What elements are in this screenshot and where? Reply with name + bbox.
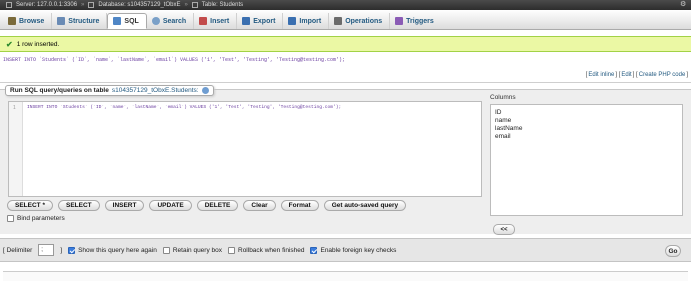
format-button[interactable]: Format bbox=[280, 200, 319, 211]
insert-icon bbox=[199, 17, 208, 25]
insert-column-button[interactable]: << bbox=[493, 224, 515, 235]
gear-icon[interactable]: ⚙ bbox=[680, 1, 687, 8]
tab-browse[interactable]: Browse bbox=[3, 13, 53, 29]
tab-label: Triggers bbox=[406, 17, 434, 25]
go-button[interactable]: Go bbox=[665, 245, 681, 257]
bracket: ] [ bbox=[632, 72, 638, 78]
tab-label: Structure bbox=[68, 17, 100, 25]
search-icon bbox=[151, 17, 160, 25]
column-item[interactable]: email bbox=[495, 133, 678, 141]
sql-editor[interactable]: 1 INSERT INTO `Students` (`ID`, `name`, … bbox=[8, 101, 482, 197]
tab-insert[interactable]: Insert bbox=[194, 13, 238, 29]
delimiter-label: [ Delimiter bbox=[3, 246, 33, 254]
query-links: [ Edit inline ] [ Edit ] [ Create PHP co… bbox=[586, 72, 688, 81]
tab-label: Operations bbox=[345, 17, 383, 25]
create-php-link[interactable]: Create PHP code bbox=[639, 72, 686, 81]
insert-button[interactable]: INSERT bbox=[104, 200, 145, 211]
tab-label: Insert bbox=[210, 17, 230, 25]
line-number: 1 bbox=[13, 105, 16, 111]
options-bar: [ Delimiter ; ] Show this query here aga… bbox=[0, 238, 691, 262]
select-star-button[interactable]: SELECT * bbox=[7, 200, 53, 211]
tab-label: Export bbox=[253, 17, 276, 25]
breadcrumb: Server: 127.0.0.1:3306 » Database: s1043… bbox=[0, 0, 691, 10]
database-icon bbox=[88, 2, 95, 8]
divider bbox=[0, 82, 691, 83]
tab-structure[interactable]: Structure bbox=[52, 13, 108, 29]
breadcrumb-separator: » bbox=[81, 2, 85, 8]
show-query-checkbox[interactable] bbox=[68, 246, 76, 254]
bracket: ] [ bbox=[615, 72, 621, 78]
bottom-bar bbox=[3, 271, 688, 281]
bind-parameters-label: Bind parameters bbox=[17, 215, 65, 222]
bind-parameters: Bind parameters bbox=[7, 215, 65, 222]
retain-query-option: Retain query box bbox=[162, 246, 222, 254]
triggers-icon bbox=[395, 17, 404, 25]
bracket: [ bbox=[585, 72, 588, 78]
column-item[interactable]: name bbox=[495, 117, 678, 125]
tab-label: Import bbox=[299, 17, 322, 25]
show-query-label: Show this query here again bbox=[78, 246, 157, 254]
table-link[interactable]: s104357129_tObxE.Students: bbox=[112, 87, 199, 94]
legend-text: Run SQL query/queries on table bbox=[10, 87, 109, 94]
server-icon bbox=[6, 2, 12, 8]
show-query-option: Show this query here again bbox=[68, 246, 157, 254]
tab-label: SQL bbox=[124, 17, 139, 25]
line-gutter bbox=[9, 102, 23, 196]
tab-label: Search bbox=[162, 17, 187, 25]
bracket: ] bbox=[686, 72, 688, 78]
edit-inline-link[interactable]: Edit inline bbox=[588, 72, 614, 81]
operations-icon bbox=[334, 17, 343, 25]
tab-import[interactable]: Import bbox=[283, 13, 330, 29]
select-button[interactable]: SELECT bbox=[57, 200, 100, 211]
columns-title: Columns bbox=[490, 94, 516, 101]
breadcrumb-database[interactable]: Database: s104357129_tObxE bbox=[98, 2, 180, 8]
sql-code[interactable]: INSERT INTO `Students` (`ID`, `name`, `l… bbox=[27, 105, 341, 110]
tab-label: Browse bbox=[19, 17, 45, 25]
export-icon bbox=[242, 17, 251, 25]
clear-button[interactable]: Clear bbox=[243, 200, 276, 211]
breadcrumb-table[interactable]: Table: Students bbox=[202, 2, 243, 8]
table-icon bbox=[191, 2, 198, 8]
help-icon[interactable] bbox=[201, 87, 209, 94]
update-button[interactable]: UPDATE bbox=[149, 200, 192, 211]
column-item[interactable]: ID bbox=[495, 109, 678, 117]
rollback-option: Rollback when finished bbox=[228, 246, 305, 254]
tab-sql[interactable]: SQL bbox=[107, 13, 147, 29]
tab-export[interactable]: Export bbox=[237, 13, 284, 29]
import-icon bbox=[288, 17, 297, 25]
tab-search[interactable]: Search bbox=[147, 13, 195, 29]
structure-icon bbox=[57, 17, 66, 25]
delimiter-input[interactable]: ; bbox=[38, 244, 55, 256]
breadcrumb-server[interactable]: Server: 127.0.0.1:3306 bbox=[16, 2, 77, 8]
retain-query-label: Retain query box bbox=[172, 246, 222, 254]
tab-triggers[interactable]: Triggers bbox=[390, 13, 441, 29]
rollback-label: Rollback when finished bbox=[238, 246, 305, 254]
column-item[interactable]: lastName bbox=[495, 125, 678, 133]
edit-link[interactable]: Edit bbox=[621, 72, 631, 81]
query-legend: Run SQL query/queries on table s10435712… bbox=[5, 85, 214, 96]
foreign-key-option: Enable foreign key checks bbox=[310, 246, 397, 254]
rollback-checkbox[interactable] bbox=[228, 246, 235, 254]
foreign-key-checkbox[interactable] bbox=[310, 246, 318, 254]
columns-list[interactable]: ID name lastName email bbox=[490, 104, 683, 216]
browse-icon bbox=[8, 17, 16, 25]
query-button-row: SELECT * SELECT INSERT UPDATE DELETE Cle… bbox=[7, 200, 407, 211]
foreign-key-label: Enable foreign key checks bbox=[320, 246, 397, 254]
checkmark-icon: ✔ bbox=[6, 39, 13, 49]
success-message: ✔ 1 row inserted. bbox=[0, 36, 691, 52]
tab-operations[interactable]: Operations bbox=[329, 13, 391, 29]
get-auto-saved-query-button[interactable]: Get auto-saved query bbox=[323, 200, 407, 211]
breadcrumb-separator: » bbox=[184, 2, 188, 8]
delete-button[interactable]: DELETE bbox=[196, 200, 239, 211]
tab-bar: Browse Structure SQL Search Insert Expor… bbox=[0, 10, 691, 30]
executed-query: INSERT INTO `Students` (`ID`, `name`, `l… bbox=[3, 57, 346, 63]
success-text: 1 row inserted. bbox=[16, 40, 60, 48]
delimiter-close: ] bbox=[60, 246, 63, 254]
sql-icon bbox=[113, 17, 122, 25]
retain-query-checkbox[interactable] bbox=[162, 246, 170, 254]
bind-parameters-checkbox[interactable] bbox=[7, 215, 14, 222]
